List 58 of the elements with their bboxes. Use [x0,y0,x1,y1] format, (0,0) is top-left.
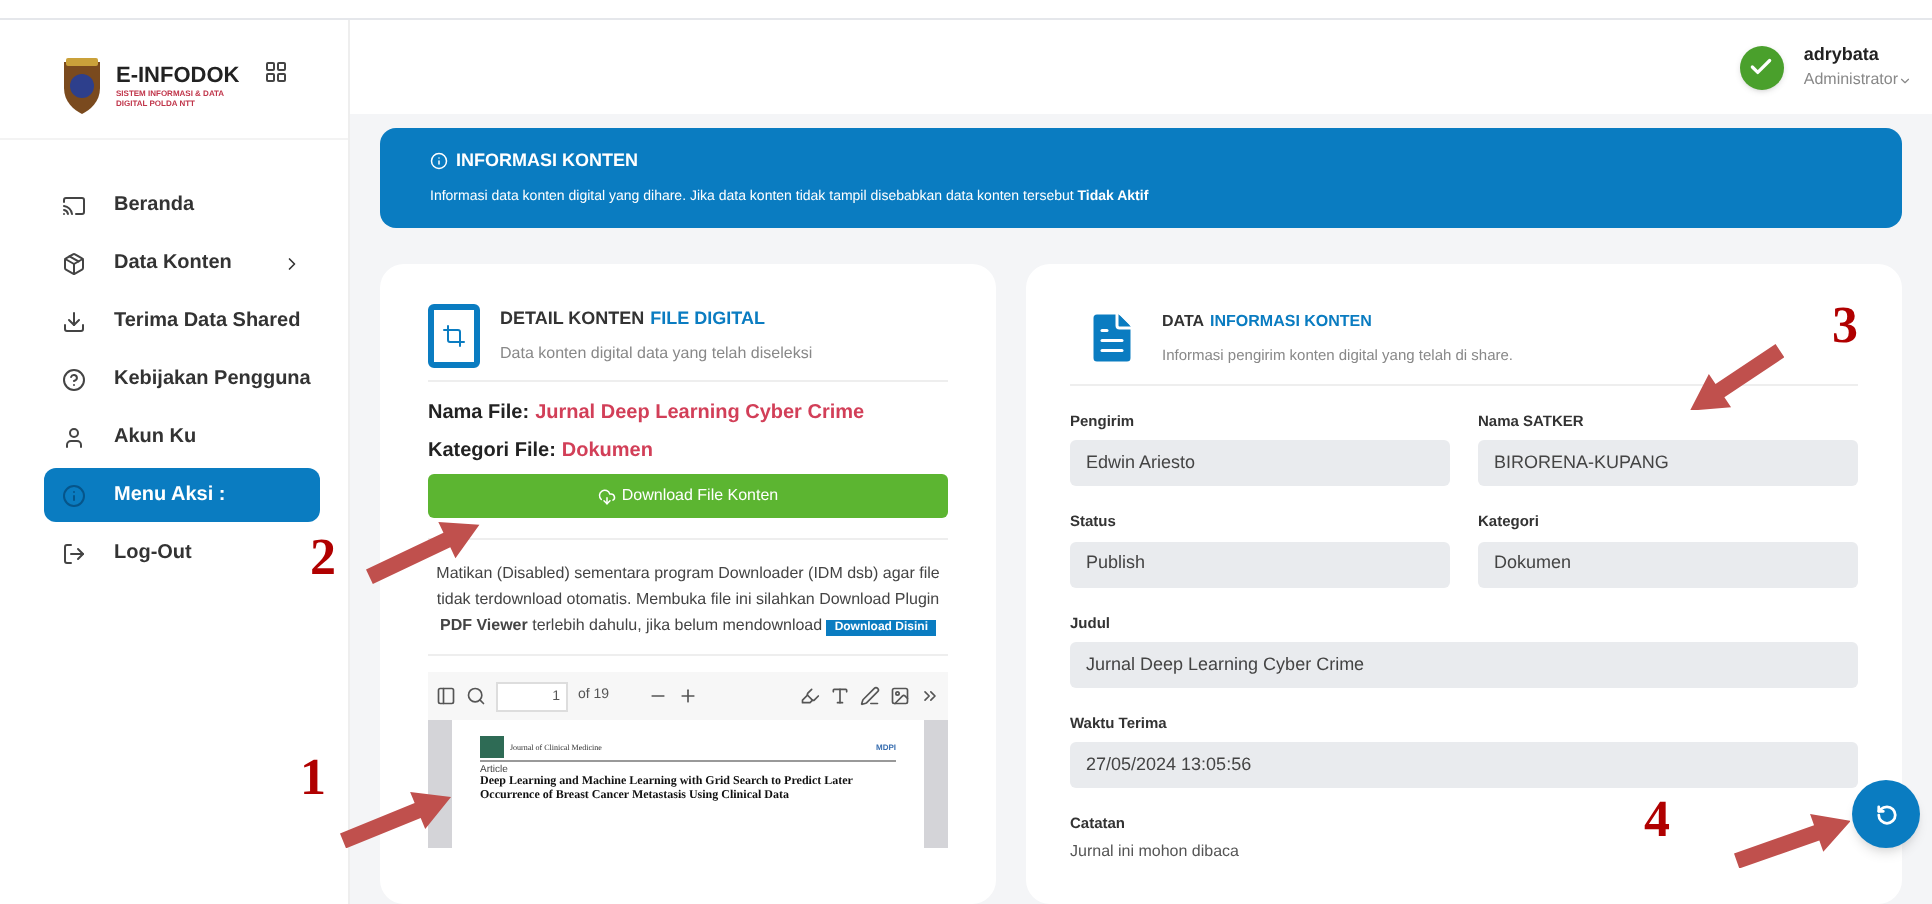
highlighter-icon[interactable] [800,686,820,706]
image-icon[interactable] [890,686,910,706]
file-image-icon [428,304,480,368]
annotation-number: 1 [300,752,326,804]
sidebar-item[interactable]: Terima Data Shared [44,294,319,348]
readonly-input-field[interactable]: 27/05/2024 13:05:56 [1070,742,1858,788]
grid-icon[interactable] [264,60,288,84]
sidebar-item[interactable]: Akun Ku [44,410,215,464]
annotation-number: 3 [1832,300,1858,352]
readonly-input-field[interactable]: Edwin Ariesto [1070,440,1450,487]
card-subtitle: Data konten digital data yang telah diseleksi [500,341,813,366]
annotation-arrow [1690,343,1785,410]
user-icon [62,425,86,449]
info-icon [430,152,448,171]
journal-logo-icon [480,736,504,758]
brand-name: E-INFODOK [116,66,242,88]
sidebar-item[interactable]: Kebijakan Pengguna [44,352,329,406]
sidebar-item[interactable]: Beranda [44,178,213,232]
readonly-input-field[interactable]: BIRORENA-KUPANG [1478,440,1858,487]
search-icon[interactable] [466,686,486,706]
zoom-in-icon[interactable] [677,686,698,706]
user-name: adrybata [1803,41,1881,68]
annotation-arrow [1733,813,1850,868]
annotation-number: 2 [310,532,336,584]
cloud-download-icon [597,487,616,505]
banner-title: INFORMASI KONTEN [456,148,638,174]
category-label: Kategori File: [428,438,556,466]
annotation-number: 4 [1644,794,1670,846]
file-name: Jurnal Deep Learning Cyber Crime [535,400,865,428]
badge-logo-icon [60,56,104,116]
box-icon [62,251,86,275]
avatar-check-icon [1739,45,1784,89]
annotation-arrow [340,791,452,848]
readonly-input-field[interactable]: Jurnal Deep Learning Cyber Crime [1070,641,1858,688]
readonly-input-field[interactable]: Dokumen [1478,541,1858,587]
sidebar-item[interactable]: Log-Out [44,526,210,580]
card-title-highlight: INFORMASI KONTEN [1210,309,1372,334]
file-name-label: Nama File: [428,400,530,428]
sidebar-toggle-icon[interactable] [436,686,456,706]
more-icon[interactable] [920,686,940,706]
user-role[interactable]: Administrator [1803,68,1898,93]
caret-icon [1898,73,1912,88]
card-title-highlight: FILE DIGITAL [650,306,765,333]
text-tool-icon[interactable] [830,686,850,706]
help-icon [62,367,86,391]
info-icon [62,483,86,507]
note-text: Jurnal ini mohon dibaca [1070,840,1239,865]
refresh-icon [1875,803,1897,825]
logout-icon [62,541,86,565]
pen-icon[interactable] [860,686,880,706]
card-title: DETAIL KONTEN [500,306,645,333]
readonly-input-field[interactable]: Publish [1070,541,1450,587]
download-icon [62,309,86,333]
category-value: Dokumen [561,438,653,466]
sidebar-item[interactable]: Menu Aksi : [44,468,320,522]
cast-icon [62,193,86,217]
card-title: DATA [1162,309,1205,334]
sidebar-item[interactable]: Data Konten [44,236,320,290]
